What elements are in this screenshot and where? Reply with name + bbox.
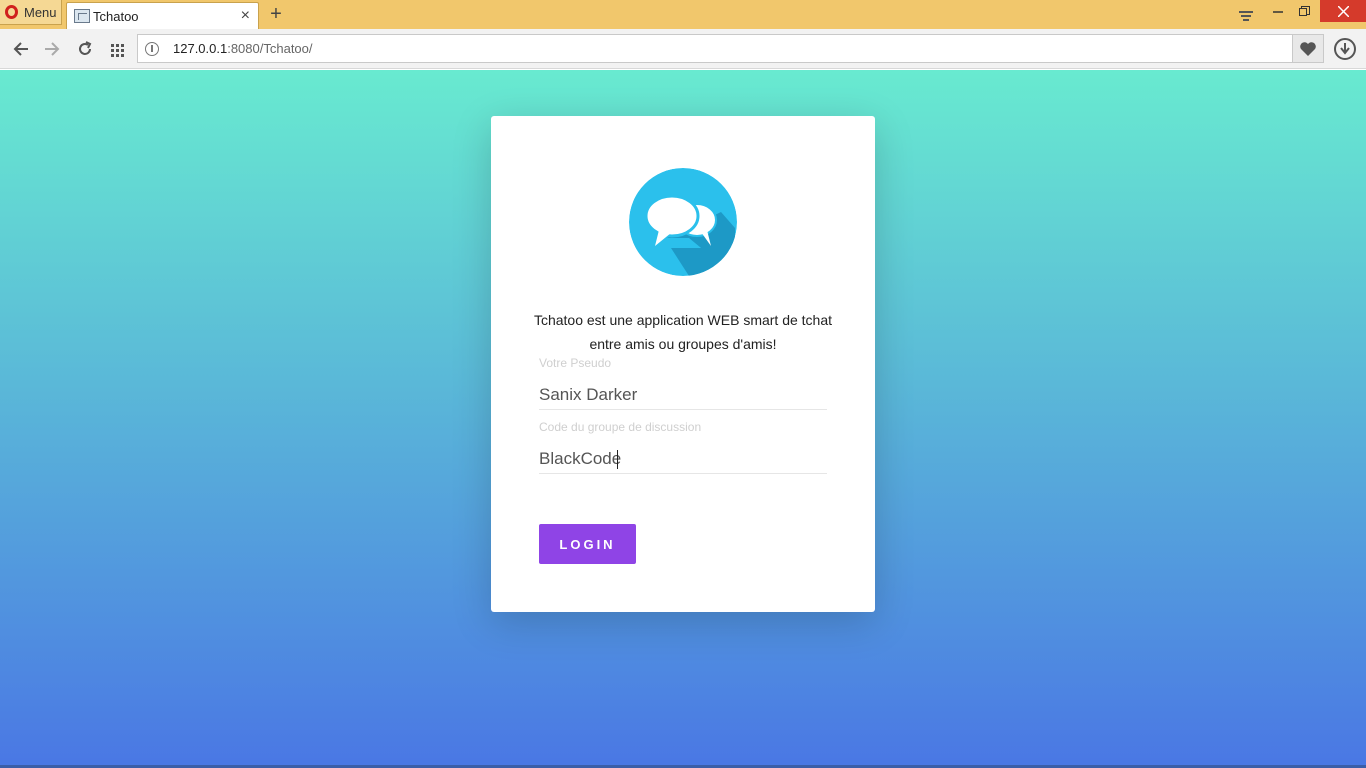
login-button[interactable]: LOGIN [539,524,636,564]
text-caret [617,450,618,469]
group-code-input[interactable] [539,444,827,474]
page-favicon-icon [74,9,90,23]
browser-titlebar: Menu Tchatoo × + [0,0,1366,29]
browser-tab[interactable]: Tchatoo × [66,2,259,29]
grid-icon [110,43,124,57]
back-arrow-icon [13,42,28,56]
site-info-icon[interactable] [145,41,159,56]
close-icon [1337,5,1349,17]
minimize-icon [1273,11,1283,13]
opera-menu-button[interactable]: Menu [0,0,62,25]
address-bar[interactable]: 127.0.0.1:8080/Tchatoo/ [137,34,1293,63]
chat-logo-icon [629,168,737,276]
forward-button[interactable] [41,38,63,60]
browser-toolbar: 127.0.0.1:8080/Tchatoo/ [0,29,1366,69]
reload-button[interactable] [74,38,96,60]
menu-label: Menu [24,4,57,20]
new-tab-button[interactable]: + [267,3,285,25]
url-path: :8080/Tchatoo/ [227,41,313,56]
minimize-button[interactable] [1266,0,1290,22]
download-arrow-icon [1340,43,1350,55]
pseudo-input[interactable] [539,380,827,410]
reload-icon [79,41,92,55]
close-tab-icon[interactable]: × [241,7,250,25]
forward-arrow-icon [45,42,60,56]
close-window-button[interactable] [1320,0,1366,22]
back-button[interactable] [10,38,32,60]
downloads-button[interactable] [1334,38,1356,60]
tab-menu-icon[interactable] [1236,6,1256,28]
page-background: Tchatoo est une application WEB smart de… [0,70,1366,768]
restore-button[interactable] [1292,0,1316,22]
pseudo-label: Votre Pseudo [539,356,612,370]
speed-dial-button[interactable] [106,38,128,60]
opera-logo-icon [5,5,18,19]
group-code-label: Code du groupe de discussion [539,420,702,434]
bookmark-heart-button[interactable] [1293,34,1324,63]
app-description: Tchatoo est une application WEB smart de… [533,312,833,352]
login-card: Tchatoo est une application WEB smart de… [491,116,875,612]
heart-icon [1300,41,1316,56]
url-host: 127.0.0.1 [173,41,228,56]
tab-title: Tchatoo [93,8,139,24]
restore-icon [1298,5,1310,16]
